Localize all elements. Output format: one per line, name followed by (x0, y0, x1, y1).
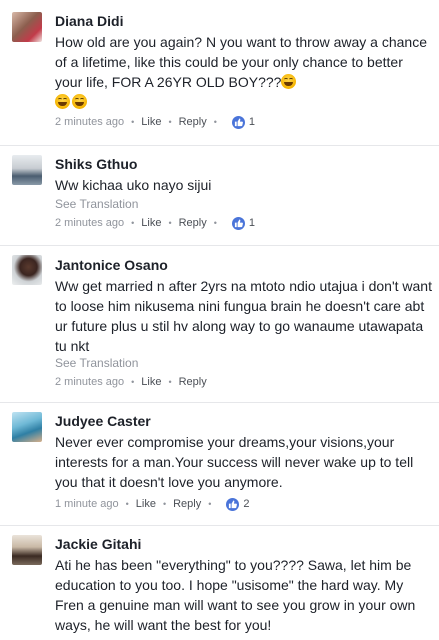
timestamp: 2 minutes ago (55, 376, 125, 388)
comment-meta: 2 minutes ago • Like • Reply (55, 374, 207, 390)
comment-meta: 2 minutes ago • Like • Reply • 1 (55, 215, 255, 231)
comment-item: Jackie Gitahi Ati he has been "everythin… (0, 525, 439, 640)
separator-dot: • (131, 117, 135, 127)
comment-text: Ww get married n after 2yrs na mtoto ndi… (55, 278, 436, 354)
comment-meta: 1 minute ago • Like • Reply • 2 (55, 496, 250, 512)
comment-item: Shiks Gthuo Ww kichaa uko nayo sijui See… (0, 145, 439, 246)
reply-button[interactable]: Reply (173, 498, 201, 510)
like-reaction-icon[interactable] (231, 115, 245, 129)
comment-item: Jantonice Osano Ww get married n after 2… (0, 245, 439, 403)
comment-text: Never ever compromise your dreams,your v… (55, 434, 418, 490)
comment-text: Ati he has been "everything" to you???? … (55, 557, 420, 633)
reply-button[interactable]: Reply (179, 116, 207, 128)
commenter-name[interactable]: Shiks Gthuo (55, 156, 137, 172)
see-translation-link[interactable]: See Translation (55, 356, 138, 370)
commenter-name[interactable]: Jackie Gitahi (55, 536, 141, 552)
reply-button[interactable]: Reply (179, 217, 207, 229)
separator-dot: • (208, 499, 212, 509)
like-button[interactable]: Like (141, 217, 161, 229)
reply-button[interactable]: Reply (179, 376, 207, 388)
laughing-emoji-icon (72, 94, 87, 109)
avatar[interactable] (12, 535, 42, 565)
separator-dot: • (131, 377, 135, 387)
avatar[interactable] (12, 412, 42, 442)
commenter-name[interactable]: Jantonice Osano (55, 257, 168, 273)
timestamp: 2 minutes ago (55, 217, 125, 229)
comment-text: How old are you again? N you want to thr… (55, 32, 433, 112)
comment-item: Diana Didi How old are you again? N you … (0, 0, 439, 146)
separator-dot: • (168, 117, 172, 127)
separator-dot: • (168, 377, 172, 387)
separator-dot: • (162, 499, 167, 509)
timestamp: 2 minutes ago (55, 116, 125, 128)
separator-dot: • (213, 117, 217, 127)
comment-feed: Diana Didi How old are you again? N you … (0, 0, 439, 640)
laughing-emoji-icon (55, 94, 70, 109)
like-count: 2 (243, 498, 250, 510)
comment-meta: 2 minutes ago • Like • Reply • 1 (55, 114, 255, 130)
like-reaction-icon[interactable] (226, 497, 240, 511)
see-translation-link[interactable]: See Translation (55, 197, 138, 211)
avatar[interactable] (12, 255, 42, 285)
avatar[interactable] (12, 12, 42, 42)
commenter-name[interactable]: Judyee Caster (55, 413, 151, 429)
comment-text: Ww kichaa uko nayo sijui (55, 177, 212, 193)
timestamp: 1 minute ago (55, 498, 119, 510)
commenter-name[interactable]: Diana Didi (55, 13, 123, 29)
separator-dot: • (213, 218, 217, 228)
separator-dot: • (125, 499, 129, 509)
separator-dot: • (168, 218, 172, 228)
avatar[interactable] (12, 155, 42, 185)
like-button[interactable]: Like (136, 498, 156, 510)
laughing-emoji-icon (281, 74, 297, 89)
like-count: 1 (248, 116, 256, 128)
comment-item: Judyee Caster Never ever compromise your… (0, 402, 439, 526)
separator-dot: • (131, 218, 135, 228)
comment-body: How old are you again? N you want to thr… (55, 34, 431, 90)
like-button[interactable]: Like (141, 116, 161, 128)
like-count: 1 (248, 217, 256, 229)
like-reaction-icon[interactable] (231, 216, 245, 230)
like-button[interactable]: Like (141, 376, 161, 388)
